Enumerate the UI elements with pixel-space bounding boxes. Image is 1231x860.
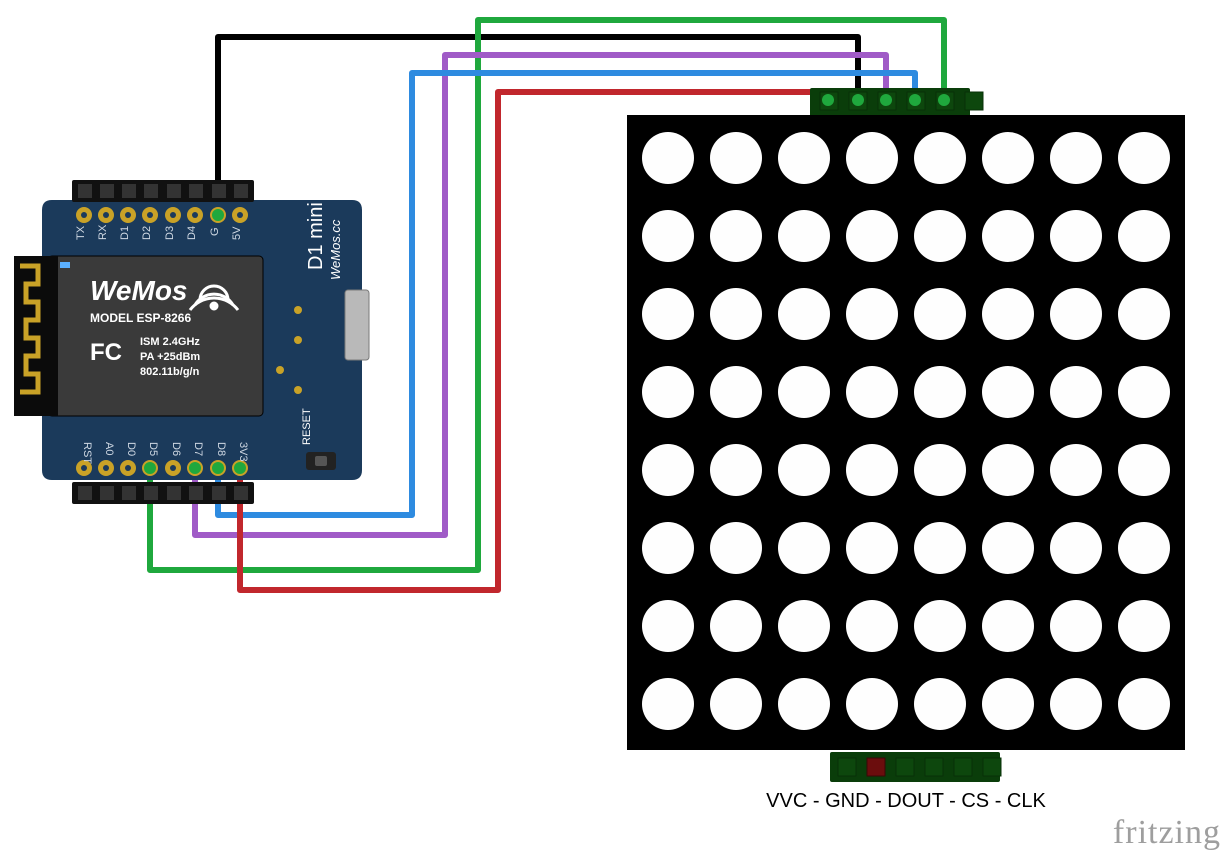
led-dot (1118, 600, 1170, 652)
led-dot (778, 600, 830, 652)
svg-text:A0: A0 (103, 442, 115, 455)
svg-text:D4: D4 (186, 226, 198, 240)
led-dot (846, 288, 898, 340)
led-dot (642, 132, 694, 184)
svg-text:D2: D2 (141, 226, 153, 240)
wemos-d1-mini: RESET WeMos MODEL ESP-8266 FC ISM 2.4GHz… (14, 180, 369, 504)
led-dot (710, 132, 762, 184)
led-dot (982, 210, 1034, 262)
svg-text:RST: RST (81, 442, 93, 464)
led-dot (1118, 678, 1170, 730)
led-matrix-module (627, 88, 1185, 782)
pa-label: PA +25dBm (140, 351, 200, 363)
led-dot (846, 444, 898, 496)
led-dot (982, 600, 1034, 652)
led-dot (1050, 132, 1102, 184)
led-dot (982, 444, 1034, 496)
svg-text:D3: D3 (164, 226, 176, 240)
led-dot (710, 210, 762, 262)
led-dot (710, 288, 762, 340)
led-dot (710, 522, 762, 574)
led-dot (642, 522, 694, 574)
matrix-output-pins-label: VVC - GND - DOUT - CS - CLK (627, 790, 1185, 813)
led-dot (1050, 444, 1102, 496)
led-dot (1050, 600, 1102, 652)
led-dot (778, 210, 830, 262)
led-dot (642, 366, 694, 418)
led-dot (1118, 210, 1170, 262)
led-dot (778, 366, 830, 418)
led-dot (846, 600, 898, 652)
led-dot (982, 132, 1034, 184)
led-dot (846, 210, 898, 262)
led-dot (982, 366, 1034, 418)
svg-text:3V3: 3V3 (237, 442, 249, 462)
svg-text:G: G (209, 227, 221, 236)
ism-label: ISM 2.4GHz (140, 336, 200, 348)
led-dot (642, 678, 694, 730)
wifi-std-label: 802.11b/g/n (140, 366, 200, 378)
led-dot (778, 132, 830, 184)
led-dot (914, 288, 966, 340)
led-dot (846, 132, 898, 184)
led-dot (846, 522, 898, 574)
led-dot (710, 678, 762, 730)
svg-text:TX: TX (75, 225, 87, 240)
led-dot (982, 678, 1034, 730)
model-label: MODEL ESP-8266 (90, 311, 191, 325)
led-dot (778, 522, 830, 574)
led-dot (914, 444, 966, 496)
led-dot (982, 522, 1034, 574)
led-dot (710, 366, 762, 418)
led-dot (1050, 366, 1102, 418)
cert-label: FC (90, 339, 122, 366)
led-dot (1118, 444, 1170, 496)
led-dot (1118, 522, 1170, 574)
board-name: D1 mini (305, 202, 327, 270)
led-dot (914, 210, 966, 262)
wiring-diagram: RESET WeMos MODEL ESP-8266 FC ISM 2.4GHz… (0, 0, 1231, 860)
led-dot (982, 288, 1034, 340)
led-dot (642, 288, 694, 340)
led-dot (710, 444, 762, 496)
svg-text:D1: D1 (119, 226, 131, 240)
brand-logo: WeMos (90, 275, 188, 306)
led-dot (778, 288, 830, 340)
led-dot (710, 600, 762, 652)
led-dot (1118, 132, 1170, 184)
led-dot (846, 678, 898, 730)
led-dot (1050, 522, 1102, 574)
svg-text:D7: D7 (192, 442, 204, 456)
led-dot (914, 366, 966, 418)
led-dot (642, 444, 694, 496)
led-dot (914, 600, 966, 652)
led-dot (1050, 288, 1102, 340)
led-dot (778, 444, 830, 496)
led-dot (642, 210, 694, 262)
svg-text:D6: D6 (170, 442, 182, 456)
board-url: WeMos.cc (328, 219, 343, 280)
led-dot (1050, 210, 1102, 262)
reset-label: RESET (301, 408, 313, 445)
led-dot (1118, 366, 1170, 418)
led-dot (914, 522, 966, 574)
svg-text:RX: RX (97, 224, 109, 240)
fritzing-branding: fritzing (1113, 814, 1221, 852)
led-dot (1050, 678, 1102, 730)
svg-text:D8: D8 (215, 442, 227, 456)
led-dot (914, 678, 966, 730)
led-dot (642, 600, 694, 652)
led-dot (846, 366, 898, 418)
svg-text:D5: D5 (147, 442, 159, 456)
led-dot (1118, 288, 1170, 340)
svg-text:D0: D0 (125, 442, 137, 456)
led-dot (914, 132, 966, 184)
svg-text:5V: 5V (231, 226, 243, 240)
led-dot (778, 678, 830, 730)
